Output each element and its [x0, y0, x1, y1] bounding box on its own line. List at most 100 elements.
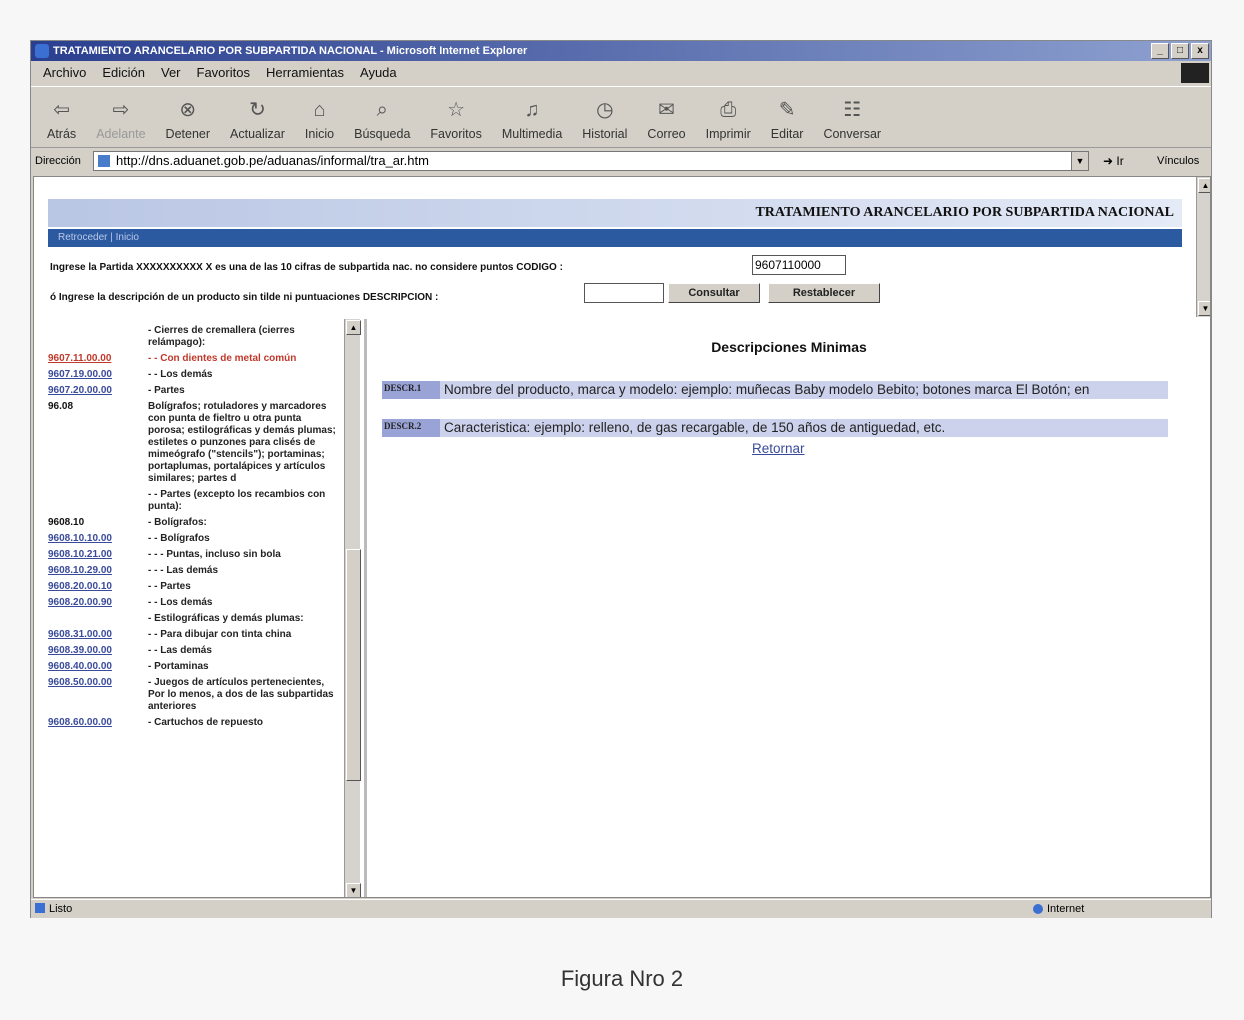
toolbar-button-label: Atrás — [47, 127, 77, 141]
browser-window: TRATAMIENTO ARANCELARIO POR SUBPARTIDA N… — [30, 40, 1212, 918]
frame-splitter[interactable] — [364, 319, 367, 897]
subpartida-desc: - Cartuchos de repuesto — [148, 717, 264, 728]
descripcion-input[interactable] — [584, 283, 664, 303]
tree-row: 9608.40.00.00- Portaminas — [48, 661, 338, 673]
subpartida-desc: - - Los demás — [148, 597, 213, 608]
favorites-icon: ☆ — [447, 99, 466, 121]
scroll-up-icon[interactable]: ▲ — [1198, 178, 1210, 193]
figure-caption: Figura Nro 2 — [560, 966, 684, 991]
subpartida-code: 96.08 — [48, 401, 74, 412]
subpartida-code[interactable]: 9607.19.00.00 — [48, 369, 148, 381]
discuss-icon: ☷ — [843, 99, 862, 121]
subpartida-desc: - Cierres de cremallera (cierres relámpa… — [148, 325, 295, 348]
menu-ver[interactable]: Ver — [161, 62, 181, 84]
consultar-button[interactable]: Consultar — [668, 283, 760, 303]
menu-edicion[interactable]: Edición — [102, 62, 145, 84]
tree-row: 9608.20.00.10- - Partes — [48, 581, 338, 593]
menu-archivo[interactable]: Archivo — [43, 62, 86, 84]
left-frame-scrollbar[interactable]: ▲ ▼ — [344, 319, 361, 897]
scroll-thumb[interactable] — [346, 549, 361, 781]
menu-herramientas[interactable]: Herramientas — [266, 62, 344, 84]
forward-arrow-icon: ⇨ — [112, 99, 130, 121]
toolbar-button-6[interactable]: ☆ Favoritos — [420, 87, 491, 147]
top-frame-scrollbar[interactable]: ▲ ▼ — [1196, 177, 1210, 317]
subpartida-code[interactable]: 9608.20.00.90 — [48, 597, 148, 609]
toolbar-button-12[interactable]: ☷ Conversar — [813, 87, 891, 147]
subpartida-code[interactable]: 9608.31.00.00 — [48, 629, 148, 641]
maximize-button[interactable]: □ — [1171, 43, 1189, 59]
history-icon: ◷ — [596, 99, 614, 121]
page-content: TRATAMIENTO ARANCELARIO POR SUBPARTIDA N… — [33, 176, 1211, 898]
subpartida-code[interactable]: 9608.10.21.00 — [48, 549, 148, 561]
scroll-down-icon[interactable]: ▼ — [1198, 301, 1210, 316]
toolbar-button-label: Adelante — [96, 127, 146, 141]
descripcion-prompt: ó Ingrese la descripción de un producto … — [50, 292, 439, 303]
toolbar-button-5[interactable]: ⌕ Búsqueda — [344, 87, 420, 147]
toolbar-button-label: Correo — [647, 127, 686, 141]
toolbar-button-3[interactable]: ↻ Actualizar — [220, 87, 295, 147]
subpartida-code[interactable]: 9608.10.29.00 — [48, 565, 148, 577]
subpartida-code: 9608.10 — [48, 517, 85, 528]
tariff-tree: - Cierres de cremallera (cierres relámpa… — [48, 325, 338, 733]
toolbar-button-8[interactable]: ◷ Historial — [572, 87, 637, 147]
subpartida-code[interactable]: 9608.39.00.00 — [48, 645, 148, 657]
subpartida-desc: - - - Puntas, incluso sin bola — [148, 549, 281, 560]
scroll-up-icon[interactable]: ▲ — [346, 320, 361, 335]
address-label: Dirección — [35, 155, 81, 167]
tree-row: - Cierres de cremallera (cierres relámpa… — [48, 325, 338, 349]
toolbar-button-10[interactable]: ⎙ Imprimir — [696, 87, 761, 147]
descr-row-1: DESCR.1 Nombre del producto, marca y mod… — [382, 381, 1168, 399]
subpartida-code[interactable]: 9608.50.00.00 — [48, 677, 148, 713]
refresh-icon: ↻ — [249, 99, 266, 121]
menu-favoritos[interactable]: Favoritos — [197, 62, 250, 84]
mail-icon: ✉ — [658, 99, 675, 121]
subpartida-code[interactable]: 9607.11.00.00 — [48, 353, 148, 365]
subpartida-code[interactable]: 9608.20.00.10 — [48, 581, 148, 593]
subpartida-code[interactable]: 9608.60.00.00 — [48, 717, 148, 729]
toolbar-button-9[interactable]: ✉ Correo — [637, 87, 695, 147]
page-icon — [98, 155, 110, 167]
descr-row-2: DESCR.2 Caracteristica: ejemplo: relleno… — [382, 419, 1168, 437]
subpartida-desc: - - Las demás — [148, 645, 212, 656]
toolbar-button-label: Inicio — [304, 127, 335, 141]
go-button[interactable]: ➜ Ir — [1103, 148, 1124, 174]
subpartida-desc: - - Partes (excepto los recambios con pu… — [148, 489, 326, 512]
subpartida-code[interactable]: 9608.40.00.00 — [48, 661, 148, 673]
windows-logo-icon — [1181, 63, 1209, 83]
toolbar-button-1[interactable]: ⇨ Adelante — [86, 87, 155, 147]
toolbar-button-11[interactable]: ✎ Editar — [761, 87, 814, 147]
tree-row: 9608.39.00.00- - Las demás — [48, 645, 338, 657]
right-frame: Descripciones Minimas DESCR.1 Nombre del… — [368, 319, 1210, 897]
toolbar-button-label: Búsqueda — [354, 127, 411, 141]
close-button[interactable]: x — [1191, 43, 1209, 59]
media-icon: ♫ — [524, 99, 540, 121]
descr-text: Nombre del producto, marca y modelo: eje… — [444, 382, 1090, 397]
minimize-button[interactable]: _ — [1151, 43, 1169, 59]
toolbar-button-2[interactable]: ⊗ Detener — [156, 87, 220, 147]
scroll-down-icon[interactable]: ▼ — [346, 883, 361, 897]
codigo-input[interactable]: 9607110000 — [752, 255, 846, 275]
tree-row: - - Partes (excepto los recambios con pu… — [48, 489, 338, 513]
retornar-link[interactable]: Retornar — [752, 441, 805, 456]
toolbar-button-4[interactable]: ⌂ Inicio — [295, 87, 344, 147]
toolbar-button-label: Editar — [770, 127, 804, 141]
descr-text: Caracteristica: ejemplo: relleno, de gas… — [444, 420, 946, 435]
address-input[interactable]: http://dns.aduanet.gob.pe/aduanas/inform… — [93, 151, 1089, 171]
nav-links[interactable]: Retroceder | Inicio — [48, 229, 1182, 247]
subpartida-desc: - - Los demás — [148, 369, 213, 380]
links-button[interactable]: Vínculos — [1157, 148, 1199, 174]
subpartida-desc: - Estilográficas y demás plumas: — [148, 613, 304, 624]
subpartida-code[interactable]: 9608.10.10.00 — [48, 533, 148, 545]
toolbar-button-7[interactable]: ♫ Multimedia — [492, 87, 572, 147]
address-dropdown-icon[interactable]: ▼ — [1071, 152, 1088, 170]
menu-ayuda[interactable]: Ayuda — [360, 62, 397, 84]
toolbar-button-0[interactable]: ⇦ Atrás — [37, 87, 86, 147]
subpartida-desc: - - Bolígrafos — [148, 533, 210, 544]
security-zone: Internet — [1031, 900, 1084, 918]
restablecer-button[interactable]: Restablecer — [768, 283, 880, 303]
edit-icon: ✎ — [778, 99, 796, 121]
subpartida-code — [48, 489, 148, 513]
address-url: http://dns.aduanet.gob.pe/aduanas/inform… — [116, 153, 429, 168]
subpartida-code[interactable]: 9607.20.00.00 — [48, 385, 148, 397]
toolbar-button-label: Conversar — [823, 127, 882, 141]
